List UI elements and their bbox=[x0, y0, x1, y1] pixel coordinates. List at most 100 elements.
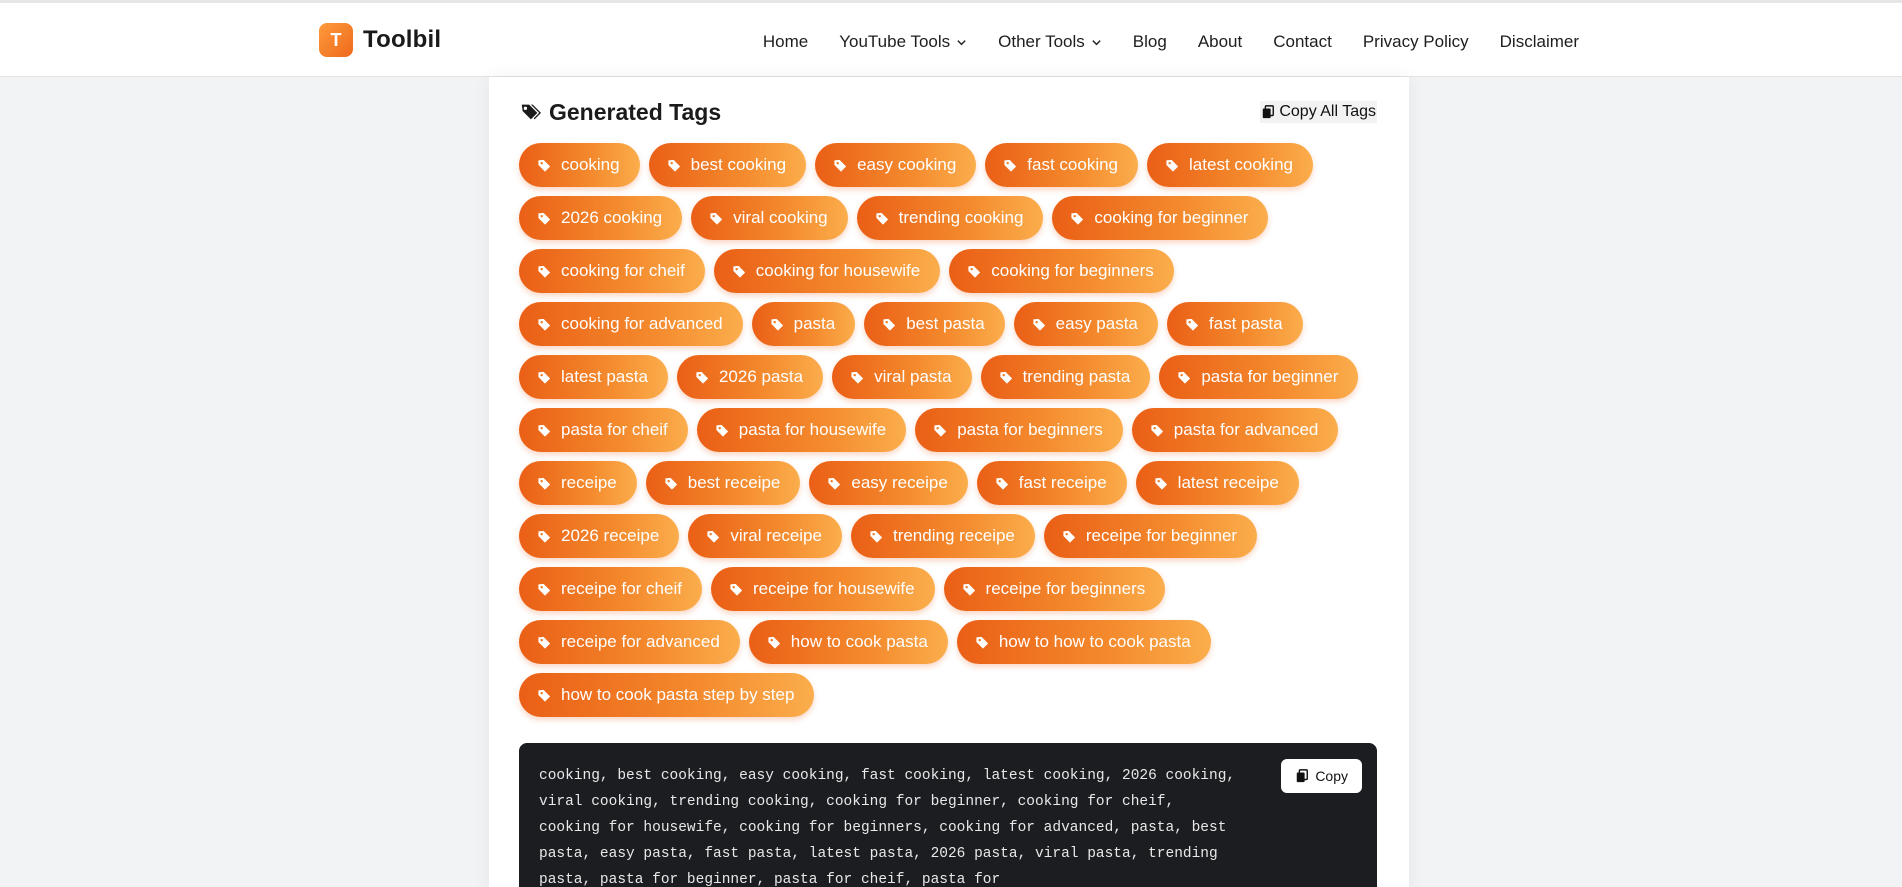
tag-icon bbox=[538, 212, 551, 225]
panel-title-text: Generated Tags bbox=[549, 98, 722, 125]
tag-icon bbox=[696, 371, 709, 384]
tag-chip[interactable]: viral pasta bbox=[832, 355, 972, 399]
tag-icon bbox=[883, 318, 896, 331]
nav-other-tools[interactable]: Other Tools bbox=[998, 32, 1102, 52]
tag-label: best cooking bbox=[690, 155, 787, 174]
copy-all-tags-button[interactable]: Copy All Tags bbox=[1260, 101, 1377, 123]
copy-button[interactable]: Copy bbox=[1281, 759, 1362, 793]
tag-label: cooking for advanced bbox=[561, 314, 723, 333]
tag-icon bbox=[1178, 371, 1191, 384]
tag-icon bbox=[538, 424, 551, 437]
tag-chip[interactable]: 2026 receipe bbox=[519, 514, 680, 558]
tag-chip[interactable]: cooking for advanced bbox=[519, 302, 743, 346]
nav-youtube-tools[interactable]: YouTube Tools bbox=[839, 32, 967, 52]
tag-label: cooking for beginners bbox=[991, 261, 1154, 280]
tag-icon bbox=[1186, 318, 1199, 331]
tag-chip[interactable]: latest pasta bbox=[519, 355, 668, 399]
copy-icon bbox=[1297, 769, 1309, 783]
tag-chip[interactable]: cooking for housewife bbox=[713, 249, 941, 293]
tag-chip[interactable]: fast pasta bbox=[1166, 302, 1303, 346]
tag-icon bbox=[1166, 159, 1179, 172]
tag-chip[interactable]: viral receipe bbox=[688, 514, 842, 558]
tag-label: easy receipe bbox=[851, 473, 948, 492]
tag-chip[interactable]: how to how to cook pasta bbox=[956, 620, 1211, 664]
tag-chip[interactable]: viral cooking bbox=[691, 196, 848, 240]
tag-icon bbox=[1063, 530, 1076, 543]
tag-label: latest receipe bbox=[1177, 473, 1279, 492]
tag-chip[interactable]: latest receipe bbox=[1135, 461, 1299, 505]
tag-label: pasta for beginner bbox=[1201, 367, 1339, 386]
tag-icon bbox=[976, 636, 988, 649]
tag-icon bbox=[538, 159, 551, 172]
tag-chip[interactable]: how to cook pasta bbox=[748, 620, 948, 664]
tag-chip[interactable]: fast cooking bbox=[985, 143, 1139, 187]
chevron-down-icon bbox=[957, 39, 966, 45]
tag-chip[interactable]: pasta for cheif bbox=[519, 408, 688, 452]
nav-privacy-policy[interactable]: Privacy Policy bbox=[1363, 32, 1469, 52]
tag-chip[interactable]: receipe for cheif bbox=[519, 567, 702, 611]
tag-chip[interactable]: pasta bbox=[751, 302, 856, 346]
tag-chip[interactable]: receipe for beginners bbox=[943, 567, 1166, 611]
tag-chip[interactable]: best cooking bbox=[648, 143, 807, 187]
nav-about[interactable]: About bbox=[1198, 32, 1242, 52]
tag-icon bbox=[999, 371, 1012, 384]
tag-chip[interactable]: pasta for advanced bbox=[1131, 408, 1339, 452]
tag-chip[interactable]: receipe bbox=[519, 461, 637, 505]
tag-icon bbox=[538, 318, 551, 331]
brand[interactable]: T Toolbil bbox=[319, 23, 441, 57]
nav-youtube-tools-label: YouTube Tools bbox=[839, 32, 951, 51]
tag-chip[interactable]: receipe for housewife bbox=[710, 567, 935, 611]
tag-chip[interactable]: receipe for beginner bbox=[1043, 514, 1258, 558]
tag-chip[interactable]: cooking for beginners bbox=[949, 249, 1174, 293]
tag-icon bbox=[716, 424, 728, 437]
tag-icon bbox=[1071, 212, 1084, 225]
tag-icon bbox=[768, 636, 780, 649]
tag-label: cooking for housewife bbox=[755, 261, 921, 280]
tag-chip[interactable]: cooking bbox=[519, 143, 640, 187]
tag-chip[interactable]: best pasta bbox=[864, 302, 1005, 346]
tags-output-text: cooking, best cooking, easy cooking, fas… bbox=[539, 768, 1236, 887]
tags-output-box: cooking, best cooking, easy cooking, fas… bbox=[519, 743, 1377, 887]
tag-label: viral pasta bbox=[874, 367, 952, 386]
tag-chip[interactable]: easy cooking bbox=[815, 143, 977, 187]
tag-label: pasta for cheif bbox=[561, 420, 668, 439]
tag-label: fast pasta bbox=[1208, 314, 1283, 333]
tag-chip[interactable]: cooking for beginner bbox=[1052, 196, 1269, 240]
tag-label: receipe for advanced bbox=[561, 632, 720, 651]
nav-contact[interactable]: Contact bbox=[1273, 32, 1332, 52]
tag-icon bbox=[707, 530, 720, 543]
tag-chip[interactable]: pasta for beginner bbox=[1159, 355, 1359, 399]
nav-home[interactable]: Home bbox=[763, 32, 808, 52]
tag-chip[interactable]: trending cooking bbox=[856, 196, 1044, 240]
tag-list: cooking best cooking easy cooking fast cook… bbox=[519, 143, 1389, 717]
tag-icon bbox=[665, 477, 677, 490]
tag-chip[interactable]: pasta for housewife bbox=[696, 408, 907, 452]
tag-chip[interactable]: receipe for advanced bbox=[519, 620, 740, 664]
nav-blog[interactable]: Blog bbox=[1133, 32, 1167, 52]
tag-label: fast cooking bbox=[1027, 155, 1119, 174]
tag-chip[interactable]: latest cooking bbox=[1147, 143, 1313, 187]
tag-chip[interactable]: trending pasta bbox=[980, 355, 1151, 399]
tag-chip[interactable]: how to cook pasta step by step bbox=[519, 673, 815, 717]
tag-chip[interactable]: 2026 cooking bbox=[519, 196, 683, 240]
tag-icon bbox=[730, 583, 743, 596]
tag-chip[interactable]: cooking for cheif bbox=[519, 249, 705, 293]
tag-icon bbox=[538, 371, 551, 384]
tag-label: viral receipe bbox=[730, 526, 822, 545]
tag-label: cooking bbox=[561, 155, 620, 174]
tag-chip[interactable]: 2026 pasta bbox=[676, 355, 824, 399]
tag-icon bbox=[538, 583, 551, 596]
tag-label: latest pasta bbox=[561, 367, 648, 386]
tag-chip[interactable]: trending receipe bbox=[850, 514, 1035, 558]
tag-label: pasta for housewife bbox=[738, 420, 887, 439]
tag-chip[interactable]: easy receipe bbox=[809, 461, 968, 505]
tag-label: easy pasta bbox=[1055, 314, 1138, 333]
tag-icon bbox=[870, 530, 883, 543]
tag-chip[interactable]: easy pasta bbox=[1013, 302, 1158, 346]
copy-icon bbox=[1263, 105, 1275, 119]
tag-chip[interactable]: fast receipe bbox=[976, 461, 1127, 505]
tag-chip[interactable]: pasta for beginners bbox=[915, 408, 1123, 452]
nav-disclaimer[interactable]: Disclaimer bbox=[1500, 32, 1579, 52]
tag-chip[interactable]: best receipe bbox=[645, 461, 801, 505]
tag-icon bbox=[876, 212, 888, 225]
